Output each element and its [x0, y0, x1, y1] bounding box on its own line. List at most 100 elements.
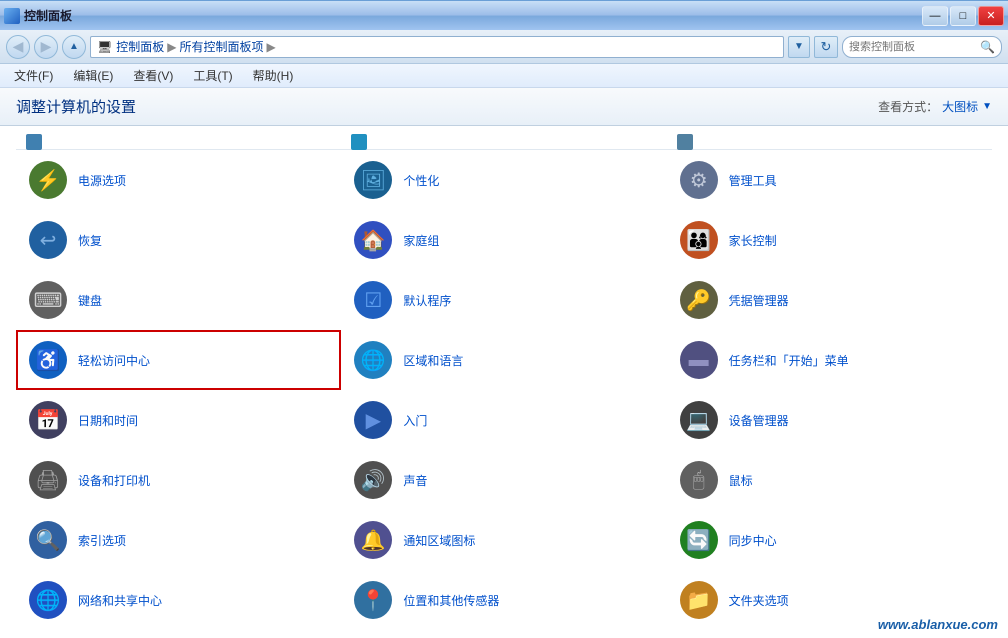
view-label: 查看方式：	[878, 98, 938, 115]
path-icon: 🖥	[97, 40, 112, 54]
path-all-items[interactable]: 所有控制面板项	[179, 38, 263, 55]
panel-item-power[interactable]: ⚡ 电源选项	[16, 150, 341, 210]
panel-item-location[interactable]: 📍 位置和其他传感器	[341, 570, 666, 630]
partial-item-1	[16, 134, 341, 150]
panel-item-personalize[interactable]: 🖼 个性化	[341, 150, 666, 210]
item-icon-power: ⚡	[28, 160, 68, 200]
menu-tools[interactable]: 工具(T)	[187, 65, 238, 86]
item-label-power: 电源选项	[78, 172, 126, 189]
main-content: ⚡ 电源选项 🖼 个性化 ⚙ 管理工具 ↩ 恢复 🏠	[0, 126, 1008, 638]
watermark: www.ablanxue.com	[878, 617, 998, 632]
content-area: ⚡ 电源选项 🖼 个性化 ⚙ 管理工具 ↩ 恢复 🏠	[0, 126, 1008, 638]
panel-item-parental[interactable]: 👨‍👩‍👦 家长控制	[667, 210, 992, 270]
partial-item-2	[341, 134, 666, 150]
refresh-button[interactable]: ↻	[814, 36, 838, 58]
item-label-parental: 家长控制	[729, 232, 777, 249]
address-bar: ◀ ▶ ▲ 🖥 控制面板 ▶ 所有控制面板项 ▶ ▼ ↻ 🔍	[0, 30, 1008, 64]
item-icon-getstarted: ▶	[353, 400, 393, 440]
item-label-personalize: 个性化	[403, 172, 439, 189]
view-dropdown-icon[interactable]: ▼	[982, 101, 992, 112]
maximize-button[interactable]: □	[950, 6, 976, 26]
path-dropdown-button[interactable]: ▼	[788, 36, 810, 58]
item-label-sound: 声音	[403, 472, 427, 489]
panel-item-display[interactable]: 🖥 显示	[341, 630, 666, 638]
menu-view[interactable]: 查看(V)	[127, 65, 179, 86]
item-label-folder-opts: 文件夹选项	[729, 592, 789, 609]
item-icon-parental: 👨‍👩‍👦	[679, 220, 719, 260]
item-icon-credential: 🔑	[679, 280, 719, 320]
panel-item-device-mgr[interactable]: 💻 设备管理器	[667, 390, 992, 450]
item-label-manage-tools: 管理工具	[729, 172, 777, 189]
items-grid: ⚡ 电源选项 🖼 个性化 ⚙ 管理工具 ↩ 恢复 🏠	[16, 150, 992, 638]
partial-icon-1	[26, 134, 42, 150]
panel-item-sound[interactable]: 🔊 声音	[341, 450, 666, 510]
item-icon-ease-access: ♿	[28, 340, 68, 380]
item-label-indexing: 索引选项	[78, 532, 126, 549]
search-input[interactable]	[849, 41, 976, 53]
partial-item-3	[667, 134, 992, 150]
up-button[interactable]: ▲	[62, 35, 86, 59]
panel-item-restore[interactable]: ↩ 恢复	[16, 210, 341, 270]
forward-button[interactable]: ▶	[34, 35, 58, 59]
panel-item-network[interactable]: 🌐 网络和共享中心	[16, 570, 341, 630]
item-icon-indexing: 🔍	[28, 520, 68, 560]
item-icon-taskbar-start: ▬	[679, 340, 719, 380]
item-icon-location: 📍	[353, 580, 393, 620]
item-label-getstarted: 入门	[403, 412, 427, 429]
item-label-region-lang: 区域和语言	[403, 352, 463, 369]
panel-item-credential[interactable]: 🔑 凭据管理器	[667, 270, 992, 330]
item-label-mouse: 鼠标	[729, 472, 753, 489]
back-button[interactable]: ◀	[6, 35, 30, 59]
item-icon-default-progs: ☑	[353, 280, 393, 320]
panel-item-getstarted[interactable]: ▶ 入门	[341, 390, 666, 450]
item-icon-manage-tools: ⚙	[679, 160, 719, 200]
minimize-button[interactable]: —	[922, 6, 948, 26]
page-title: 调整计算机的设置	[16, 96, 136, 117]
view-value-button[interactable]: 大图标	[942, 98, 978, 115]
item-icon-folder-opts: 📁	[679, 580, 719, 620]
panel-item-sync-center[interactable]: 🔄 同步中心	[667, 510, 992, 570]
panel-item-keyboard[interactable]: ⌨ 键盘	[16, 270, 341, 330]
toolbar-strip: 调整计算机的设置 查看方式： 大图标 ▼	[0, 88, 1008, 126]
item-label-notification: 通知区域图标	[403, 532, 475, 549]
panel-item-taskbar-start[interactable]: ▬ 任务栏和「开始」菜单	[667, 330, 992, 390]
title-bar-icon	[4, 8, 20, 24]
close-button[interactable]: ✕	[978, 6, 1004, 26]
title-bar-buttons: — □ ✕	[922, 6, 1004, 26]
item-icon-keyboard: ⌨	[28, 280, 68, 320]
item-label-location: 位置和其他传感器	[403, 592, 499, 609]
item-icon-notification: 🔔	[353, 520, 393, 560]
menu-help[interactable]: 帮助(H)	[247, 65, 300, 86]
item-label-datetime: 日期和时间	[78, 412, 138, 429]
path-control-panel[interactable]: 控制面板	[116, 38, 164, 55]
item-label-network: 网络和共享中心	[78, 592, 162, 609]
panel-item-mouse[interactable]: 🖱 鼠标	[667, 450, 992, 510]
panel-item-default-progs[interactable]: ☑ 默认程序	[341, 270, 666, 330]
path-separator-1: ▶	[167, 40, 176, 54]
partial-top-row	[16, 134, 992, 150]
item-label-ease-access: 轻松访问中心	[78, 352, 150, 369]
menu-bar: 文件(F) 编辑(E) 查看(V) 工具(T) 帮助(H)	[0, 64, 1008, 88]
panel-item-ease-access[interactable]: ♿ 轻松访问中心	[16, 330, 341, 390]
panel-item-datetime[interactable]: 📅 日期和时间	[16, 390, 341, 450]
panel-item-homegroup[interactable]: 🏠 家庭组	[341, 210, 666, 270]
panel-item-manage-tools[interactable]: ⚙ 管理工具	[667, 150, 992, 210]
panel-item-devices-printers[interactable]: 🖨 设备和打印机	[16, 450, 341, 510]
item-icon-homegroup: 🏠	[353, 220, 393, 260]
item-label-credential: 凭据管理器	[729, 292, 789, 309]
search-icon: 🔍	[980, 40, 995, 54]
address-path: 🖥 控制面板 ▶ 所有控制面板项 ▶	[90, 36, 784, 58]
panel-item-region-lang[interactable]: 🌐 区域和语言	[341, 330, 666, 390]
item-label-sync-center: 同步中心	[729, 532, 777, 549]
item-label-keyboard: 键盘	[78, 292, 102, 309]
menu-edit[interactable]: 编辑(E)	[67, 65, 119, 86]
panel-item-notification[interactable]: 🔔 通知区域图标	[341, 510, 666, 570]
item-label-homegroup: 家庭组	[403, 232, 439, 249]
item-icon-sync-center: 🔄	[679, 520, 719, 560]
panel-item-system[interactable]: 🖥 系统	[16, 630, 341, 638]
item-icon-sound: 🔊	[353, 460, 393, 500]
panel-item-indexing[interactable]: 🔍 索引选项	[16, 510, 341, 570]
menu-file[interactable]: 文件(F)	[8, 65, 59, 86]
item-icon-personalize: 🖼	[353, 160, 393, 200]
item-icon-device-mgr: 💻	[679, 400, 719, 440]
